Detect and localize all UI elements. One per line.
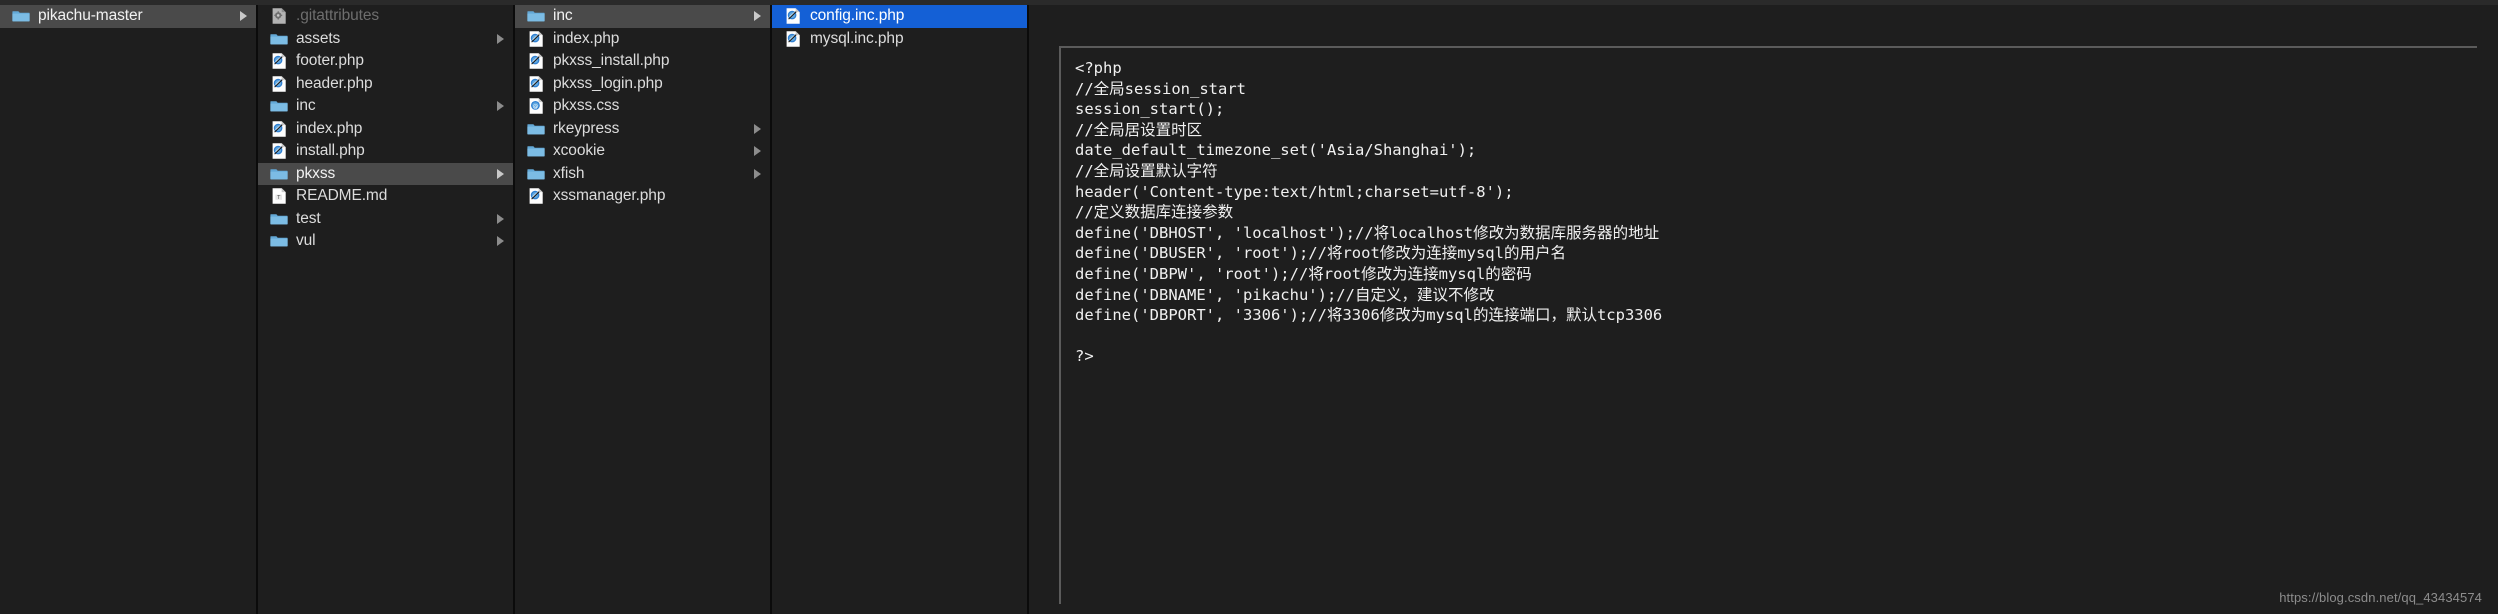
file-row[interactable]: pkxss_install.php: [515, 50, 770, 73]
folder-row[interactable]: inc: [515, 5, 770, 28]
item-label: header.php: [296, 74, 373, 92]
disclosure-chevron-icon[interactable]: [240, 11, 247, 22]
folder-row[interactable]: test: [258, 208, 513, 231]
watermark-text: https://blog.csdn.net/qq_43434574: [2279, 590, 2482, 605]
disclosure-chevron-icon[interactable]: [754, 123, 761, 134]
item-label: config.inc.php: [810, 7, 905, 24]
folder-icon: [270, 30, 288, 48]
item-label: inc: [296, 97, 316, 114]
item-label: README.md: [296, 187, 388, 204]
folder-row[interactable]: rkeypress: [515, 118, 770, 141]
item-label: test: [296, 209, 321, 227]
folder-icon: [270, 210, 288, 228]
folder-icon: [527, 120, 545, 138]
php-file-icon: [270, 120, 288, 138]
file-row[interactable]: index.php: [258, 118, 513, 141]
item-label: footer.php: [296, 52, 364, 69]
folder-row[interactable]: pikachu-master: [0, 5, 256, 28]
browser-column-pikachu[interactable]: .gitattributes assets footer.php header.php…: [258, 0, 515, 614]
file-row[interactable]: footer.php: [258, 50, 513, 73]
php-file-icon: [270, 52, 288, 70]
disclosure-chevron-icon[interactable]: [754, 168, 761, 179]
php-file-icon: [270, 142, 288, 160]
file-row[interactable]: header.php: [258, 73, 513, 96]
item-label: vul: [296, 232, 316, 249]
folder-row[interactable]: xcookie: [515, 140, 770, 163]
item-label: xssmanager.php: [553, 187, 666, 204]
browser-column-pkxss[interactable]: inc index.php pkxss_install.php pkxss_login…: [515, 0, 772, 614]
folder-icon: [527, 7, 545, 25]
php-file-icon: [527, 52, 545, 70]
item-label: index.php: [296, 119, 363, 137]
php-file-icon: [527, 75, 545, 93]
item-label: index.php: [553, 29, 620, 47]
php-file-icon: [784, 30, 802, 48]
item-label: pikachu-master: [38, 7, 143, 24]
disclosure-chevron-icon[interactable]: [497, 101, 504, 112]
browser-column-inc[interactable]: config.inc.php mysql.inc.php: [772, 0, 1029, 614]
text-file-icon: T: [270, 187, 288, 205]
disclosure-chevron-icon[interactable]: [497, 213, 504, 224]
folder-icon: [12, 7, 30, 25]
folder-icon: [527, 142, 545, 160]
disclosure-chevron-icon[interactable]: [497, 33, 504, 44]
preview-pane: <?php //全局session_start session_start();…: [1029, 0, 2498, 614]
file-row[interactable]: pkxss_login.php: [515, 73, 770, 96]
folder-row[interactable]: inc: [258, 95, 513, 118]
preview-content-box: <?php //全局session_start session_start();…: [1059, 46, 2477, 604]
item-label: assets: [296, 29, 341, 47]
php-file-icon: [527, 30, 545, 48]
item-label: xfish: [553, 164, 585, 182]
item-label: .gitattributes: [296, 7, 380, 24]
folder-row[interactable]: xfish: [515, 163, 770, 186]
disclosure-chevron-icon[interactable]: [497, 168, 504, 179]
disclosure-chevron-icon[interactable]: [754, 11, 761, 22]
php-file-icon: [270, 75, 288, 93]
item-label: pkxss_install.php: [553, 52, 670, 69]
folder-icon: [270, 97, 288, 115]
disclosure-chevron-icon[interactable]: [754, 146, 761, 157]
file-row[interactable]: index.php: [515, 28, 770, 51]
folder-icon: [270, 232, 288, 250]
gear-file-icon: [270, 7, 288, 25]
file-row[interactable]: .gitattributes: [258, 5, 513, 28]
file-row[interactable]: xssmanager.php: [515, 185, 770, 208]
browser-column-root[interactable]: pikachu-master: [0, 0, 258, 614]
item-label: xcookie: [553, 142, 605, 159]
php-file-icon: [784, 7, 802, 25]
item-label: mysql.inc.php: [810, 29, 904, 47]
file-preview-code: <?php //全局session_start session_start();…: [1075, 59, 1663, 366]
item-label: rkeypress: [553, 119, 620, 137]
item-label: pkxss: [296, 164, 336, 182]
file-row[interactable]: install.php: [258, 140, 513, 163]
svg-text:@: @: [533, 104, 539, 110]
finder-window: pikachu-master .gitattributes assets foote…: [0, 0, 2498, 614]
file-row[interactable]: T README.md: [258, 185, 513, 208]
folder-row[interactable]: assets: [258, 28, 513, 51]
folder-row[interactable]: pkxss: [258, 162, 513, 185]
window-top-edge: [0, 0, 2498, 5]
folder-row[interactable]: vul: [258, 230, 513, 253]
file-row[interactable]: @ pkxss.css: [515, 95, 770, 118]
disclosure-chevron-icon[interactable]: [497, 236, 504, 247]
php-file-icon: [527, 187, 545, 205]
folder-icon: [270, 165, 288, 183]
item-label: pkxss.css: [553, 97, 620, 114]
css-file-icon: @: [527, 97, 545, 115]
file-row[interactable]: mysql.inc.php: [772, 28, 1027, 51]
item-label: pkxss_login.php: [553, 74, 663, 92]
file-row[interactable]: config.inc.php: [772, 5, 1027, 28]
item-label: install.php: [296, 142, 365, 159]
folder-icon: [527, 165, 545, 183]
item-label: inc: [553, 7, 573, 24]
